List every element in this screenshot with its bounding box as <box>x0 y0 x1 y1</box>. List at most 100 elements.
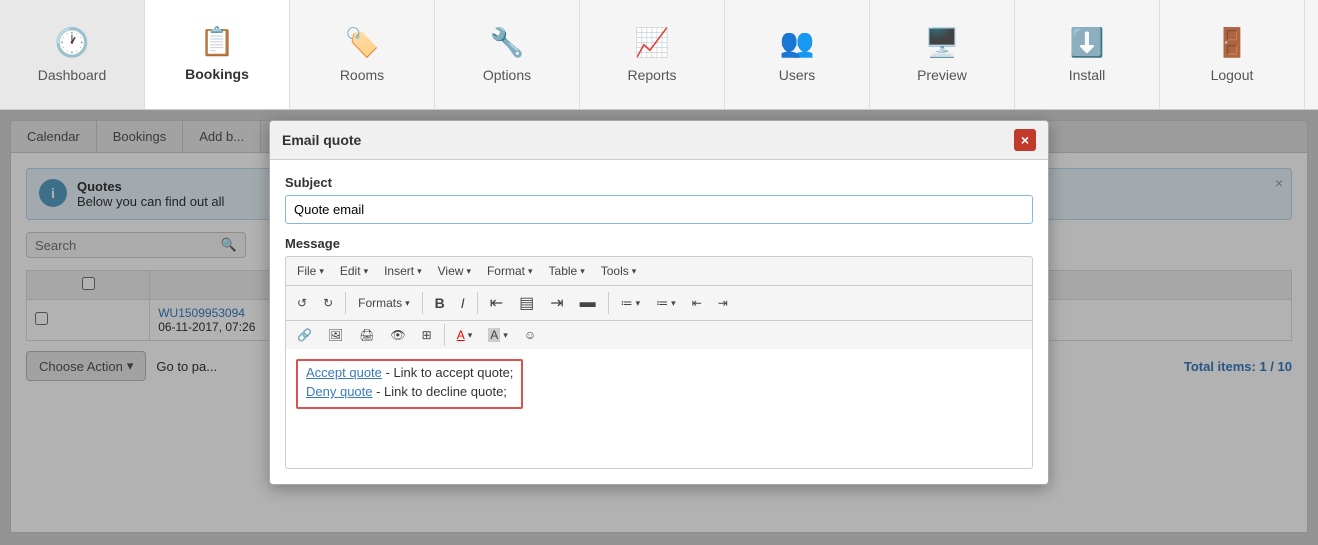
users-icon: 👥 <box>780 26 815 59</box>
file-arrow-icon: ▾ <box>319 266 324 277</box>
format-arrow-icon: ▾ <box>528 266 533 277</box>
toolbar-bold-btn[interactable]: B <box>428 291 452 315</box>
nav-users-label: Users <box>779 67 816 83</box>
toolbar-undo-btn[interactable]: ↺ <box>290 292 314 314</box>
options-icon: 🔧 <box>490 26 525 59</box>
toolbar-bg-color-btn[interactable]: A ▾ <box>481 324 515 346</box>
message-label: Message <box>285 236 1033 251</box>
toolbar-sep-2 <box>422 292 423 314</box>
toolbar-sep-5 <box>444 324 445 346</box>
accept-quote-line: Accept quote - Link to accept quote; <box>306 365 513 380</box>
accept-quote-suffix: - Link to accept quote; <box>382 365 514 380</box>
nav-bookings-label: Bookings <box>185 66 249 82</box>
deny-quote-suffix: - Link to decline quote; <box>373 384 507 399</box>
toolbar-align-left-btn[interactable]: ⇤ <box>483 289 510 317</box>
toolbar-sep-3 <box>477 292 478 314</box>
top-navigation: 🕐 Dashboard 📋 Bookings 🏷️ Rooms 🔧 Option… <box>0 0 1318 110</box>
editor-content-box: Accept quote - Link to accept quote; Den… <box>296 359 523 409</box>
subject-input[interactable] <box>285 195 1033 224</box>
font-color-label: A <box>457 328 465 342</box>
toolbar-file-btn[interactable]: File ▾ <box>290 260 331 282</box>
deny-quote-line: Deny quote - Link to decline quote; <box>306 384 513 399</box>
file-label: File <box>297 264 316 278</box>
toolbar-insert-btn[interactable]: Insert ▾ <box>377 260 429 282</box>
toolbar-sep-1 <box>345 292 346 314</box>
bg-color-label: A <box>488 328 500 342</box>
toolbar-sep-4 <box>608 292 609 314</box>
tools-label: Tools <box>601 264 629 278</box>
nav-bookings[interactable]: 📋 Bookings <box>145 0 290 109</box>
nav-options[interactable]: 🔧 Options <box>435 0 580 109</box>
toolbar-row2: ↺ ↻ Formats ▾ B I ⇤ ▤ ⇥ ▬ ≔▾ <box>285 285 1033 320</box>
list-ol-arrow-icon: ▾ <box>671 298 676 309</box>
font-color-arrow-icon: ▾ <box>468 330 473 341</box>
toolbar-list-ol-btn[interactable]: ≔▾ <box>649 292 683 314</box>
toolbar-redo-btn[interactable]: ↻ <box>316 292 340 314</box>
nav-users[interactable]: 👥 Users <box>725 0 870 109</box>
toolbar-emoji-btn[interactable]: ☺ <box>517 324 543 346</box>
nav-reports[interactable]: 📈 Reports <box>580 0 725 109</box>
logout-icon: 🚪 <box>1215 26 1250 59</box>
toolbar-source-btn[interactable]: ⊞ <box>415 324 439 346</box>
nav-options-label: Options <box>483 67 531 83</box>
toolbar-align-center-btn[interactable]: ▤ <box>512 289 541 317</box>
nav-preview-label: Preview <box>917 67 967 83</box>
nav-preview[interactable]: 🖥️ Preview <box>870 0 1015 109</box>
nav-install[interactable]: ⬇️ Install <box>1015 0 1160 109</box>
toolbar-table-btn[interactable]: Table ▾ <box>542 260 592 282</box>
nav-rooms[interactable]: 🏷️ Rooms <box>290 0 435 109</box>
list-ul-arrow-icon: ▾ <box>636 298 641 309</box>
toolbar-align-justify-btn[interactable]: ▬ <box>573 290 603 316</box>
toolbar-row1: File ▾ Edit ▾ Insert ▾ View ▾ <box>285 256 1033 285</box>
nav-logout[interactable]: 🚪 Logout <box>1160 0 1305 109</box>
tools-arrow-icon: ▾ <box>632 266 637 277</box>
toolbar-italic-btn[interactable]: I <box>454 291 472 315</box>
modal-body: Subject Message File ▾ Edit ▾ Insert <box>270 160 1048 484</box>
insert-arrow-icon: ▾ <box>417 266 422 277</box>
toolbar-print-btn[interactable]: 🖨 <box>352 324 381 346</box>
edit-label: Edit <box>340 264 361 278</box>
modal-close-button[interactable]: × <box>1014 129 1036 151</box>
content-area: Calendar Bookings Add b... i Quotes Belo… <box>0 110 1318 545</box>
nav-reports-label: Reports <box>627 67 676 83</box>
toolbar-preview-btn[interactable]: 👁 <box>383 324 412 346</box>
subject-label: Subject <box>285 175 1033 190</box>
toolbar-image-btn[interactable]: 🖼 <box>321 324 350 346</box>
email-quote-modal: Email quote × Subject Message File ▾ <box>269 120 1049 485</box>
nav-dashboard-label: Dashboard <box>38 67 107 83</box>
toolbar-row3: 🔗 🖼 🖨 👁 ⊞ A ▾ A ▾ ☺ <box>285 320 1033 349</box>
toolbar-link-btn[interactable]: 🔗 <box>290 324 319 346</box>
formats-arrow-icon: ▾ <box>405 298 410 309</box>
toolbar-edit-btn[interactable]: Edit ▾ <box>333 260 375 282</box>
toolbar-list-ul-btn[interactable]: ≔▾ <box>614 292 648 314</box>
reports-icon: 📈 <box>635 26 670 59</box>
nav-dashboard[interactable]: 🕐 Dashboard <box>0 0 145 109</box>
accept-quote-link[interactable]: Accept quote <box>306 365 382 380</box>
modal-title: Email quote <box>282 132 361 148</box>
format-label: Format <box>487 264 525 278</box>
rooms-icon: 🏷️ <box>345 26 380 59</box>
install-icon: ⬇️ <box>1070 26 1105 59</box>
toolbar-outdent-btn[interactable]: ⇤ <box>685 292 709 314</box>
nav-install-label: Install <box>1069 67 1106 83</box>
deny-quote-link[interactable]: Deny quote <box>306 384 373 399</box>
view-label: View <box>438 264 464 278</box>
insert-label: Insert <box>384 264 414 278</box>
modal-overlay: Email quote × Subject Message File ▾ <box>0 110 1318 545</box>
toolbar-align-right-btn[interactable]: ⇥ <box>543 289 570 317</box>
toolbar-view-btn[interactable]: View ▾ <box>431 260 478 282</box>
dashboard-icon: 🕐 <box>55 26 90 59</box>
bookings-icon: 📋 <box>200 25 235 58</box>
table-label: Table <box>549 264 578 278</box>
toolbar-tools-btn[interactable]: Tools ▾ <box>594 260 644 282</box>
toolbar-format-btn[interactable]: Format ▾ <box>480 260 540 282</box>
formats-label: Formats <box>358 296 402 310</box>
editor-area[interactable]: Accept quote - Link to accept quote; Den… <box>285 349 1033 469</box>
toolbar-indent-btn[interactable]: ⇥ <box>711 292 735 314</box>
modal-header: Email quote × <box>270 121 1048 160</box>
toolbar-font-color-btn[interactable]: A ▾ <box>450 324 480 346</box>
edit-arrow-icon: ▾ <box>364 266 369 277</box>
nav-rooms-label: Rooms <box>340 67 384 83</box>
bg-color-arrow-icon: ▾ <box>503 330 508 341</box>
toolbar-formats-btn[interactable]: Formats ▾ <box>351 292 417 314</box>
